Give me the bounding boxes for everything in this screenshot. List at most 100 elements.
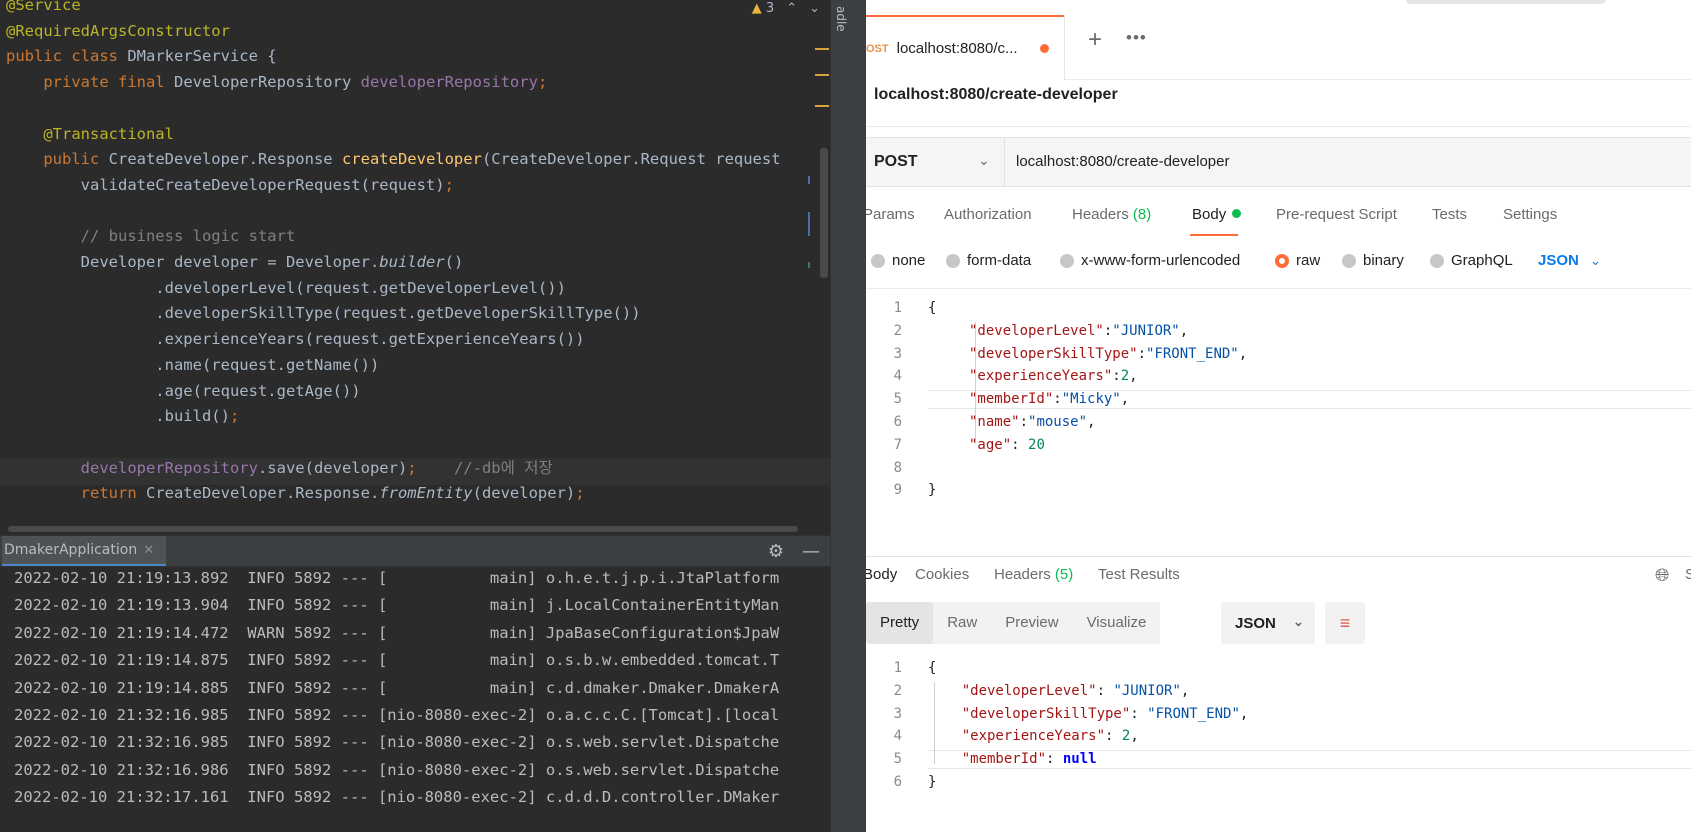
- code-token: developerRepository: [360, 73, 538, 92]
- right-tool-strip: [830, 0, 866, 832]
- line-number: 6: [893, 414, 902, 430]
- warning-stripe[interactable]: [815, 105, 829, 107]
- code-token: :: [1053, 391, 1062, 408]
- code-token: @RequiredArgsConstructor: [6, 21, 230, 40]
- line-number: 1: [893, 660, 902, 676]
- code-token: "JUNIOR": [1113, 682, 1181, 699]
- code-token: "memberId": [969, 391, 1054, 408]
- code-token: builder: [379, 253, 445, 271]
- radio-none[interactable]: none: [871, 252, 925, 269]
- code-editor[interactable]: @Service @RequiredArgsConstructor public c…: [0, 0, 830, 535]
- code-token: :: [1096, 682, 1114, 699]
- wrap-lines-icon[interactable]: ≡: [1325, 602, 1365, 644]
- warning-stripe[interactable]: [815, 48, 829, 50]
- chevron-up-icon[interactable]: ⌃: [786, 1, 797, 16]
- response-divider[interactable]: [866, 556, 1691, 557]
- chevron-down-icon[interactable]: ⌄: [1590, 253, 1601, 269]
- json-line: "experienceYears": 2,: [928, 728, 1139, 744]
- search-bar-edge[interactable]: [1406, 0, 1606, 4]
- tab-body[interactable]: Body: [1192, 206, 1242, 223]
- code-token: .experienceYears(request.getExperienceYe…: [6, 330, 585, 349]
- url-input[interactable]: [1016, 138, 1676, 186]
- response-tab-cookies[interactable]: Cookies: [915, 566, 969, 583]
- json-line: "developerSkillType": "FRONT_END",: [928, 706, 1249, 722]
- radio-x-www-form-urlencoded[interactable]: x-www-form-urlencoded: [1060, 252, 1240, 269]
- code-token: }: [928, 482, 937, 499]
- chevron-down-icon[interactable]: ⌄: [978, 152, 990, 169]
- radio-graphql[interactable]: GraphQL: [1430, 252, 1513, 269]
- active-tab-underline: [1190, 234, 1238, 236]
- postman-window: OST localhost:8080/c... + ••• localhost:…: [866, 0, 1691, 832]
- warning-stripe[interactable]: [815, 74, 829, 76]
- tab-pre-request-script[interactable]: Pre-request Script: [1276, 206, 1397, 223]
- gear-icon[interactable]: ⚙: [768, 541, 784, 562]
- tab-headers[interactable]: Headers (8): [1072, 206, 1151, 223]
- response-format-select[interactable]: JSON ⌄: [1221, 602, 1315, 644]
- gradle-tool-tab[interactable]: adle: [834, 6, 848, 32]
- response-body-viewer[interactable]: 1 {2 "developerLevel": "JUNIOR", 3 "develo…: [866, 660, 1691, 800]
- json-line: "developerSkillType":"FRONT_END",: [969, 346, 1247, 362]
- editor-vertical-scrollbar[interactable]: [820, 148, 828, 278]
- code-token: (): [444, 253, 464, 271]
- editor-horizontal-scrollbar[interactable]: [8, 526, 798, 532]
- json-line: "memberId":"Micky",: [969, 391, 1129, 407]
- tab-authorization[interactable]: Authorization: [944, 206, 1032, 223]
- mode-visualize[interactable]: Visualize: [1073, 602, 1161, 644]
- radio-binary[interactable]: binary: [1342, 252, 1404, 269]
- console-line: 2022-02-10 21:32:16.985 INFO 5892 --- [n…: [14, 706, 780, 724]
- save-response-button[interactable]: S: [1685, 566, 1691, 583]
- mode-preview[interactable]: Preview: [991, 602, 1072, 644]
- method-value: POST: [874, 153, 918, 170]
- body-format-select[interactable]: JSON: [1538, 252, 1579, 269]
- line-number: 6: [893, 774, 902, 790]
- line-number: 5: [893, 751, 902, 768]
- inspection-widget[interactable]: ▲ 3 ⌃ ⌄: [752, 0, 820, 16]
- request-body-editor[interactable]: 1{2 "developerLevel":"JUNIOR", 3 "developer…: [866, 300, 1691, 500]
- console-line: 2022-02-10 21:19:13.904 INFO 5892 --- [ …: [14, 596, 780, 615]
- response-tab-body[interactable]: Body: [866, 566, 897, 583]
- code-token: ;: [444, 175, 454, 194]
- code-token: ,: [1087, 414, 1096, 430]
- new-tab-plus-icon[interactable]: +: [1088, 26, 1102, 54]
- radio-circle-icon: [946, 253, 960, 268]
- close-icon[interactable]: ✕: [143, 543, 154, 558]
- run-console[interactable]: 2022-02-10 21:19:13.892 INFO 5892 --- [ …: [0, 567, 830, 832]
- run-tab-dmaker-application[interactable]: DmakerApplication ✕: [2, 536, 167, 566]
- run-tool-window-header: DmakerApplication ✕ ⚙ —: [0, 535, 830, 567]
- code-token: }: [928, 774, 937, 790]
- radio-raw[interactable]: raw: [1275, 252, 1320, 269]
- json-line: "developerLevel":"JUNIOR",: [969, 323, 1188, 339]
- globe-icon[interactable]: 🌐︎: [1655, 565, 1669, 586]
- code-token: {: [928, 660, 937, 676]
- request-tab[interactable]: OST localhost:8080/c...: [866, 15, 1064, 80]
- chevron-down-icon[interactable]: ⌄: [809, 1, 820, 16]
- code-token: ,: [1179, 322, 1189, 339]
- code-line: Developer developer = Developer.builder(…: [6, 249, 464, 275]
- more-tabs-icon[interactable]: •••: [1126, 28, 1147, 48]
- code-token: "experienceYears": [961, 728, 1106, 745]
- json-line: }: [928, 482, 936, 498]
- response-tab-headers[interactable]: Headers (5): [994, 566, 1073, 583]
- code-token: :: [1137, 345, 1147, 362]
- mode-pretty[interactable]: Pretty: [866, 602, 934, 644]
- code-token: .age(request.getAge()): [6, 381, 361, 400]
- tab-settings[interactable]: Settings: [1503, 206, 1557, 223]
- code-token: fromEntity: [379, 484, 473, 503]
- line-number: 2: [893, 322, 902, 339]
- response-tab-test-results[interactable]: Test Results: [1098, 566, 1180, 583]
- code-line: developerRepository.save(developer); //-…: [6, 455, 553, 481]
- change-marker: [808, 262, 810, 268]
- inspection-count[interactable]: ▲ 3: [752, 1, 774, 16]
- radio-form-data[interactable]: form-data: [946, 252, 1031, 269]
- tab-params[interactable]: Params: [866, 206, 915, 223]
- json-line: "developerLevel": "JUNIOR",: [928, 682, 1190, 699]
- mode-raw[interactable]: Raw: [933, 602, 991, 644]
- tab-tests[interactable]: Tests: [1432, 206, 1467, 223]
- minimize-icon[interactable]: —: [802, 541, 820, 562]
- code-token: CreateDeveloper.Response: [108, 150, 342, 169]
